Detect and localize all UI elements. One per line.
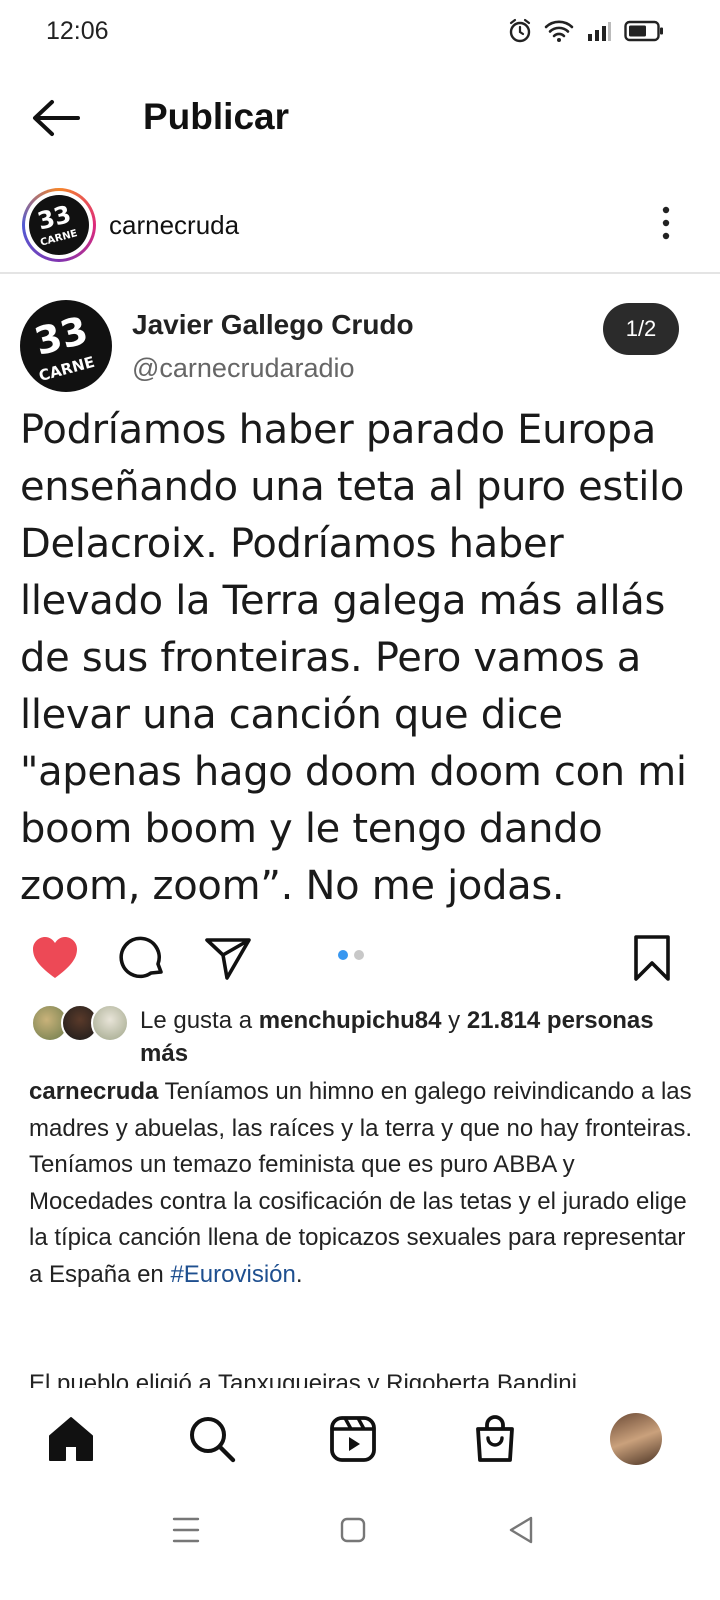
nav-profile-avatar[interactable] xyxy=(610,1413,662,1465)
likes-prefix: Le gusta a xyxy=(140,1007,253,1034)
nav-home[interactable] xyxy=(46,1414,96,1464)
back-triangle-icon xyxy=(509,1516,533,1544)
wifi-icon xyxy=(544,20,574,42)
post-actions xyxy=(0,928,720,988)
carousel-dot xyxy=(354,950,364,960)
comment-button[interactable] xyxy=(118,934,166,982)
alarm-icon xyxy=(509,18,531,43)
liker-avatars xyxy=(31,1004,129,1042)
share-button[interactable] xyxy=(204,934,252,982)
bottom-navigation xyxy=(0,1390,720,1490)
system-home-button[interactable] xyxy=(333,1510,373,1550)
bookmark-icon xyxy=(634,935,670,981)
tweet-author-avatar: 33 CARNE xyxy=(20,300,112,392)
header-divider xyxy=(0,272,720,274)
app-header: Publicar xyxy=(0,78,720,158)
nav-shop[interactable] xyxy=(470,1414,520,1464)
liker-avatar xyxy=(91,1004,129,1042)
carousel-dot-active xyxy=(338,950,348,960)
heart-filled-icon xyxy=(33,937,77,978)
comment-icon xyxy=(119,936,163,979)
system-navigation xyxy=(0,1490,720,1600)
status-bar: 12:06 xyxy=(0,0,720,64)
carousel-counter: 1/2 xyxy=(603,303,679,355)
system-menu-button[interactable] xyxy=(166,1510,206,1550)
nav-search[interactable] xyxy=(187,1414,237,1464)
likes-summary[interactable]: Le gusta a menchupichu84 y 21.814 person… xyxy=(0,1002,720,1068)
home-square-icon xyxy=(340,1517,366,1543)
more-options-button[interactable] xyxy=(656,204,676,244)
arrow-left-icon xyxy=(33,100,80,136)
caption-next-paragraph: El pueblo eligió a Tanxugueiras y Rigobe… xyxy=(29,1370,584,1388)
back-button[interactable] xyxy=(30,96,82,140)
menu-icon xyxy=(172,1517,200,1543)
like-button[interactable] xyxy=(30,934,78,982)
likes-text: Le gusta a menchupichu84 y 21.814 person… xyxy=(140,1004,680,1070)
likes-connector: y xyxy=(448,1007,461,1034)
post-image[interactable]: 33 CARNE Javier Gallego Crudo @carnecrud… xyxy=(0,276,720,928)
caption-text: Teníamos un himno en galego reivindicand… xyxy=(29,1078,692,1288)
caption-hashtag[interactable]: #Eurovisión xyxy=(170,1261,295,1288)
shop-icon xyxy=(476,1415,514,1462)
send-icon xyxy=(205,938,251,980)
account-avatar[interactable]: 33 CARNE xyxy=(22,188,96,262)
caption-username[interactable]: carnecruda xyxy=(29,1078,158,1105)
system-back-button[interactable] xyxy=(502,1510,542,1550)
more-vertical-icon xyxy=(662,206,670,240)
account-username[interactable]: carnecruda xyxy=(109,210,239,241)
tweet-author-handle: @carnecrudaradio xyxy=(132,353,355,383)
likes-user[interactable]: menchupichu84 xyxy=(259,1007,442,1034)
search-icon xyxy=(190,1417,236,1463)
save-button[interactable] xyxy=(630,934,678,982)
home-icon xyxy=(49,1417,93,1461)
page-title: Publicar xyxy=(143,96,289,137)
tweet-author-name: Javier Gallego Crudo xyxy=(132,309,414,340)
carousel-indicator xyxy=(338,950,364,960)
carne-cruda-logo: 33 CARNE xyxy=(29,195,89,255)
status-time: 12:06 xyxy=(46,17,109,45)
reels-icon xyxy=(330,1416,376,1462)
likes-count[interactable]: 21.814 xyxy=(467,1007,540,1034)
caption-end: . xyxy=(295,1260,303,1288)
tweet-text: Podríamos haber parado Europa enseñando … xyxy=(20,407,687,909)
signal-icon xyxy=(588,22,611,41)
post-caption: carnecruda Teníamos un himno en galego r… xyxy=(29,1074,694,1293)
nav-reels[interactable] xyxy=(328,1414,378,1464)
battery-icon xyxy=(624,20,663,42)
status-icons xyxy=(508,18,664,44)
post-header: 33 CARNE carnecruda xyxy=(0,186,720,272)
